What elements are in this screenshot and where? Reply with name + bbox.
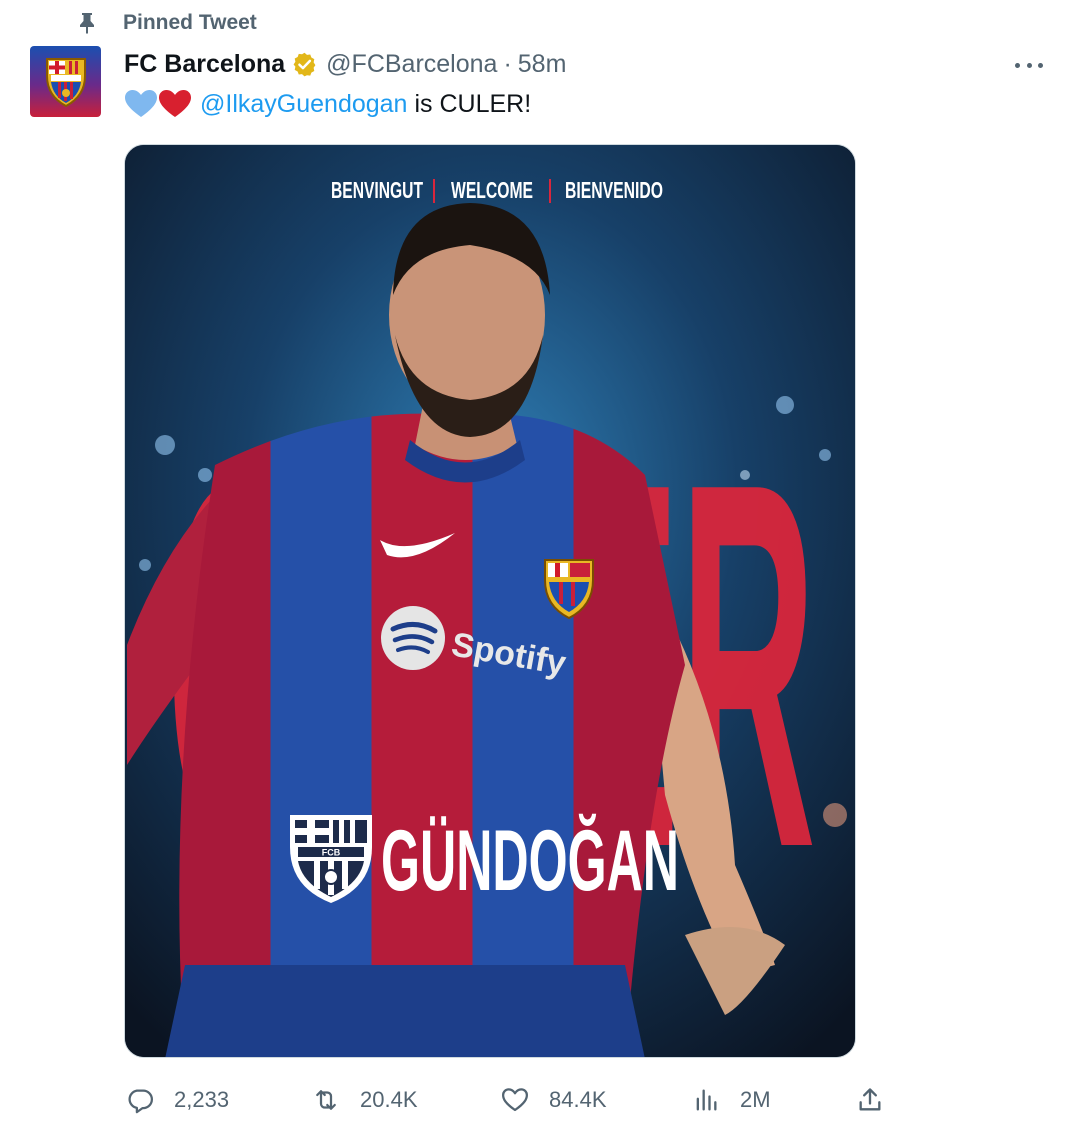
tweet-media-image[interactable]: CULER BENVINGUT WELCOME BIENVENIDO xyxy=(124,144,856,1058)
tweet-header: FC Barcelona @FCBarcelona · 58m xyxy=(124,46,566,82)
tweet-text: @IlkayGuendogan is CULER! xyxy=(124,86,531,122)
blue-heart-icon xyxy=(125,90,157,117)
pinned-tweet-indicator: Pinned Tweet xyxy=(76,8,257,38)
reply-button[interactable]: 2,233 xyxy=(124,1078,229,1122)
reply-count: 2,233 xyxy=(174,1087,230,1112)
fcb-crest-icon xyxy=(45,57,86,107)
tweet-timestamp[interactable]: 58m xyxy=(518,50,567,79)
welcome-banner: BENVINGUT WELCOME BIENVENIDO xyxy=(331,177,663,203)
author-handle[interactable]: @FCBarcelona xyxy=(326,50,497,79)
retweet-icon xyxy=(310,1084,342,1116)
more-options-icon[interactable] xyxy=(1012,50,1046,80)
like-button[interactable]: 84.4K xyxy=(499,1078,607,1122)
pin-icon xyxy=(76,11,98,35)
retweet-button[interactable]: 20.4K xyxy=(310,1078,418,1122)
views-count: 2M xyxy=(740,1087,771,1112)
pinned-label: Pinned Tweet xyxy=(123,11,257,34)
verified-badge-icon[interactable] xyxy=(291,51,318,78)
heart-icon xyxy=(499,1084,531,1116)
banner-benvingut: BENVINGUT xyxy=(331,177,423,203)
tweet-actions-bar: 2,233 20.4K 84.4K 2M xyxy=(124,1078,884,1122)
svg-text:GÜNDOĞAN: GÜNDOĞAN xyxy=(381,813,679,909)
red-heart-icon xyxy=(159,90,191,117)
reply-icon xyxy=(124,1084,156,1116)
banner-welcome: WELCOME xyxy=(451,177,533,203)
tweet-body-text: is CULER! xyxy=(414,89,532,118)
svg-text:FCB: FCB xyxy=(322,848,341,858)
views-chart-icon xyxy=(690,1084,722,1116)
separator-dot: · xyxy=(503,49,512,78)
mention-link[interactable]: @IlkayGuendogan xyxy=(200,90,407,119)
like-count: 84.4K xyxy=(549,1087,607,1112)
author-name[interactable]: FC Barcelona xyxy=(124,50,285,79)
share-button[interactable] xyxy=(854,1078,904,1122)
retweet-count: 20.4K xyxy=(360,1087,418,1112)
share-icon xyxy=(854,1084,886,1116)
avatar[interactable] xyxy=(30,46,101,117)
banner-bienvenido: BIENVENIDO xyxy=(565,177,663,203)
hearts-emoji xyxy=(124,89,192,119)
views-button[interactable]: 2M xyxy=(690,1078,771,1122)
